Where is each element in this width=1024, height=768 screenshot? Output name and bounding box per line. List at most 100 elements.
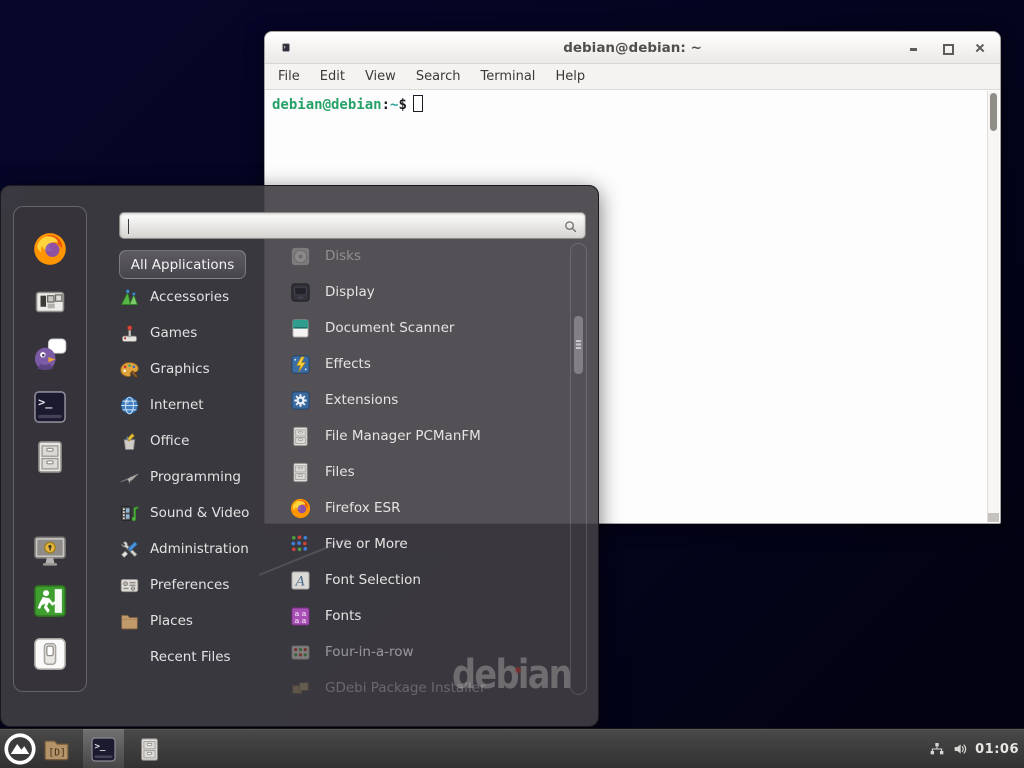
category-recent-files[interactable]: Recent Files xyxy=(119,639,284,675)
app-gdebi-package-installer[interactable]: GDebi Package Installer xyxy=(289,670,567,706)
file-cabinet-icon xyxy=(289,461,312,484)
close-button-icon[interactable] xyxy=(974,42,986,54)
favorite-shutdown[interactable] xyxy=(31,635,69,673)
recent-files-spacer xyxy=(119,647,140,668)
category-accessories[interactable]: Accessories xyxy=(119,279,284,315)
app-fonts[interactable]: Fonts xyxy=(289,598,567,634)
display-icon xyxy=(289,281,312,304)
window-title: debian@debian: ~ xyxy=(265,40,1000,56)
app-document-scanner[interactable]: Document Scanner xyxy=(289,310,567,346)
internet-globe-icon xyxy=(119,395,140,416)
favorite-pidgin[interactable] xyxy=(31,335,69,373)
menu-terminal[interactable]: Terminal xyxy=(470,66,545,87)
application-list: Disks Display Document Scanner Effects E… xyxy=(289,238,567,706)
administration-icon xyxy=(119,539,140,560)
menu-search[interactable]: Search xyxy=(406,66,471,87)
document-scanner-icon xyxy=(289,317,312,340)
system-tray: 01:06 xyxy=(929,729,1019,768)
menu-edit[interactable]: Edit xyxy=(310,66,355,87)
prompt-colon: : xyxy=(382,97,390,113)
logout-icon xyxy=(31,582,69,620)
taskbar-terminal-button[interactable] xyxy=(83,729,124,768)
sound-video-icon xyxy=(119,503,140,524)
all-applications-button[interactable]: All Applications xyxy=(119,250,246,279)
office-icon xyxy=(119,431,140,452)
category-office[interactable]: Office xyxy=(119,423,284,459)
menu-scrollbar[interactable] xyxy=(570,243,587,695)
maximize-button-icon[interactable] xyxy=(941,42,953,54)
favorite-lock-screen[interactable] xyxy=(31,531,69,569)
favorite-files[interactable] xyxy=(31,438,69,476)
five-or-more-icon xyxy=(289,533,312,556)
lock-screen-icon xyxy=(31,531,69,569)
category-preferences[interactable]: Preferences xyxy=(119,567,284,603)
programming-icon xyxy=(119,467,140,488)
file-cabinet-icon xyxy=(289,425,312,448)
application-menu: debian All Applications Accessories Game… xyxy=(0,185,599,727)
preferences-icon xyxy=(119,575,140,596)
terminal-cursor xyxy=(413,95,423,112)
taskbar: 01:06 xyxy=(0,728,1024,768)
volume-icon[interactable] xyxy=(952,741,968,757)
minimize-button-icon[interactable] xyxy=(908,42,920,54)
gdebi-icon xyxy=(289,677,312,700)
category-list: Accessories Games Graphics Internet Offi… xyxy=(119,279,284,675)
terminal-scrollbar[interactable] xyxy=(987,91,999,522)
four-in-a-row-icon xyxy=(289,641,312,664)
firefox-icon xyxy=(289,497,312,520)
fonts-icon xyxy=(289,605,312,628)
clock[interactable]: 01:06 xyxy=(975,742,1019,757)
shutdown-icon xyxy=(31,635,69,673)
graphics-icon xyxy=(119,359,140,380)
menu-button[interactable] xyxy=(3,732,37,766)
category-programming[interactable]: Programming xyxy=(119,459,284,495)
app-file-manager-pcmanfm[interactable]: File Manager PCManFM xyxy=(289,418,567,454)
menu-file[interactable]: File xyxy=(268,66,310,87)
disks-icon xyxy=(289,245,312,268)
app-five-or-more[interactable]: Five or More xyxy=(289,526,567,562)
font-selection-icon xyxy=(289,569,312,592)
category-games[interactable]: Games xyxy=(119,315,284,351)
file-cabinet-icon xyxy=(31,438,69,476)
taskbar-folder-d-icon[interactable] xyxy=(42,735,71,764)
search-input[interactable] xyxy=(119,212,586,239)
network-icon[interactable] xyxy=(929,741,945,757)
games-icon xyxy=(119,323,140,344)
extensions-gear-icon xyxy=(289,389,312,412)
favorite-firefox[interactable] xyxy=(31,230,69,268)
app-files[interactable]: Files xyxy=(289,454,567,490)
places-folder-icon xyxy=(119,611,140,632)
app-disks[interactable]: Disks xyxy=(289,238,567,274)
favorite-settings-panel[interactable] xyxy=(31,283,69,321)
app-font-selection[interactable]: Font Selection xyxy=(289,562,567,598)
category-graphics[interactable]: Graphics xyxy=(119,351,284,387)
app-firefox-esr[interactable]: Firefox ESR xyxy=(289,490,567,526)
app-effects[interactable]: Effects xyxy=(289,346,567,382)
terminal-resize-grip[interactable] xyxy=(988,513,999,522)
app-extensions[interactable]: Extensions xyxy=(289,382,567,418)
terminal-scrollbar-thumb[interactable] xyxy=(990,93,997,131)
taskbar-files-button[interactable] xyxy=(136,735,163,764)
terminal-titlebar[interactable]: debian@debian: ~ xyxy=(265,32,1000,64)
terminal-icon xyxy=(31,388,69,426)
menu-scrollbar-thumb[interactable] xyxy=(574,316,583,374)
control-panel-icon xyxy=(31,283,69,321)
menu-view[interactable]: View xyxy=(355,66,406,87)
category-places[interactable]: Places xyxy=(119,603,284,639)
category-administration[interactable]: Administration xyxy=(119,531,284,567)
prompt-dollar: $ xyxy=(398,97,406,113)
text-caret xyxy=(128,219,129,234)
menu-help[interactable]: Help xyxy=(545,66,595,87)
prompt-user-host: debian@debian xyxy=(272,97,382,113)
accessories-icon xyxy=(119,287,140,308)
terminal-icon xyxy=(89,735,118,764)
app-display[interactable]: Display xyxy=(289,274,567,310)
app-four-in-a-row[interactable]: Four-in-a-row xyxy=(289,634,567,670)
category-sound-video[interactable]: Sound & Video xyxy=(119,495,284,531)
category-internet[interactable]: Internet xyxy=(119,387,284,423)
favorite-terminal[interactable] xyxy=(31,388,69,426)
favorite-logout[interactable] xyxy=(31,582,69,620)
search-icon xyxy=(563,219,578,234)
effects-icon xyxy=(289,353,312,376)
favorites-panel xyxy=(13,206,87,692)
